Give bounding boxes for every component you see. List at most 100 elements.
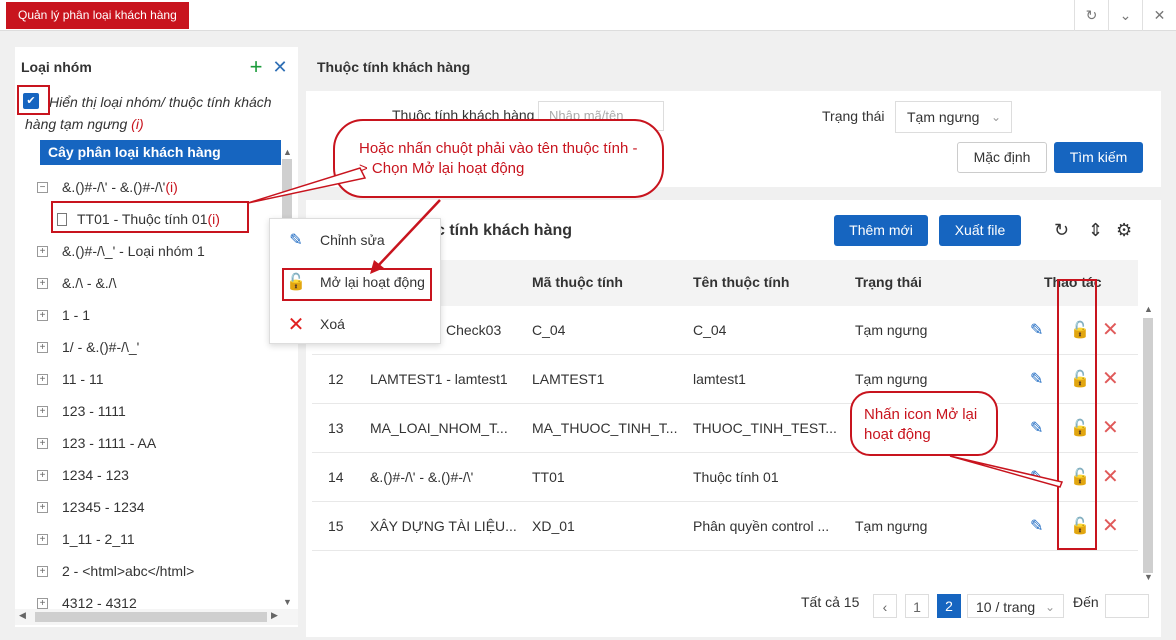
row-name: Thuộc tính 01: [693, 469, 779, 485]
scroll-down-icon[interactable]: ▼: [283, 597, 292, 607]
expand-icon[interactable]: +: [37, 469, 48, 481]
pencil-icon[interactable]: ✎: [1030, 369, 1043, 389]
scroll-up-icon[interactable]: ▲: [283, 147, 292, 157]
expand-icon[interactable]: +: [37, 565, 48, 577]
pencil-icon[interactable]: ✎: [1030, 467, 1043, 487]
column-height-icon[interactable]: ⇕: [1088, 220, 1103, 241]
row-group: XÂY DỰNG TÀI LIỆU...: [370, 518, 517, 534]
highlight-frame: [282, 268, 432, 301]
row-name: C_04: [693, 322, 727, 338]
expand-icon[interactable]: +: [37, 501, 48, 513]
row-code: C_04: [532, 322, 566, 338]
table-row[interactable]: 15 XÂY DỰNG TÀI LIỆU... XD_01 Phân quyền co…: [312, 502, 1138, 551]
scroll-thumb[interactable]: [1143, 318, 1153, 573]
row-name: lamtest1: [693, 371, 746, 387]
tree-item[interactable]: +1 - 1: [37, 299, 285, 331]
delete-icon[interactable]: ✕: [1102, 317, 1119, 342]
table-row[interactable]: 14 &.()#-/\' - &.()#-/\' TT01 Thuộc tính 01…: [312, 453, 1138, 502]
row-name: THUOC_TINH_TEST...: [693, 420, 837, 436]
col-code[interactable]: Mã thuộc tính: [532, 274, 623, 290]
ctx-delete[interactable]: ✕ Xoá: [270, 303, 440, 345]
scroll-right-icon[interactable]: ▶: [271, 610, 278, 621]
refresh-icon[interactable]: ↻: [1074, 0, 1108, 31]
instruction-callout: Hoặc nhấn chuột phải vào tên thuộc tính …: [333, 119, 664, 198]
table-row[interactable]: 12 LAMTEST1 - lamtest1 LAMTEST1 lamtest1 Tạm…: [312, 355, 1138, 404]
pencil-icon[interactable]: ✎: [1030, 320, 1043, 340]
refresh-icon[interactable]: ↻: [1054, 220, 1069, 241]
info-marker: (i): [131, 116, 144, 132]
gear-icon[interactable]: ⚙: [1116, 220, 1132, 241]
add-icon[interactable]: +: [244, 54, 268, 80]
scroll-left-icon[interactable]: ◀: [19, 610, 26, 621]
prev-page-icon[interactable]: ‹: [873, 594, 897, 618]
delete-icon[interactable]: ✕: [1102, 513, 1119, 538]
scroll-down-icon[interactable]: ▼: [1144, 572, 1153, 582]
chevron-down-icon[interactable]: ⌄: [1108, 0, 1142, 31]
reset-button[interactable]: Mặc định: [957, 142, 1047, 173]
expand-icon[interactable]: +: [37, 405, 48, 417]
tree-item-label: 1234 - 123: [62, 467, 129, 483]
col-status[interactable]: Trạng thái: [855, 274, 922, 290]
page-1[interactable]: 1: [905, 594, 929, 618]
search-button[interactable]: Tìm kiếm: [1054, 142, 1143, 173]
col-name[interactable]: Tên thuộc tính: [693, 274, 789, 290]
expand-icon[interactable]: +: [37, 533, 48, 545]
tree-item[interactable]: +1_11 - 2_11: [37, 523, 285, 555]
row-status: Tạm ngưng: [855, 518, 928, 534]
expand-icon[interactable]: +: [37, 597, 48, 609]
pencil-icon[interactable]: ✎: [1030, 516, 1043, 536]
page-size-select[interactable]: 10 / trang ⌄: [967, 594, 1064, 618]
expand-icon[interactable]: +: [37, 341, 48, 353]
close-icon[interactable]: ✕: [1142, 0, 1176, 31]
tree-item[interactable]: +123 - 1111 - AA: [37, 427, 285, 459]
tree-item[interactable]: +1234 - 123: [37, 459, 285, 491]
expand-icon[interactable]: +: [37, 277, 48, 289]
tree-hscrollbar[interactable]: ◀ ▶: [15, 609, 298, 625]
export-button[interactable]: Xuất file: [939, 215, 1021, 246]
delete-icon[interactable]: ✕: [1102, 464, 1119, 489]
group-type-title: Loại nhóm: [21, 59, 92, 75]
table-scrollbar[interactable]: ▲ ▼: [1141, 304, 1155, 586]
tree-item[interactable]: + &./\ - &./\: [37, 267, 285, 299]
row-index: 15: [328, 518, 344, 534]
tree-item[interactable]: +11 - 11: [37, 363, 285, 395]
pencil-icon: ✎: [289, 232, 303, 249]
tree-item-label: 1_11 - 2_11: [62, 531, 135, 547]
add-new-button[interactable]: Thêm mới: [834, 215, 928, 246]
row-index: 13: [328, 420, 344, 436]
close-icon[interactable]: ✕: [268, 57, 292, 78]
group-type-panel: Loại nhóm + ✕ Hiển thị loại nhóm/ thuộc …: [15, 47, 298, 627]
expand-icon[interactable]: +: [37, 373, 48, 385]
delete-icon[interactable]: ✕: [1102, 366, 1119, 391]
instruction-callout: Nhấn icon Mở lại hoạt động: [850, 391, 998, 456]
expand-icon[interactable]: +: [37, 245, 48, 257]
show-inactive-text: Hiển thị loại nhóm/ thuộc tính khách hàn…: [25, 94, 272, 132]
collapse-icon[interactable]: −: [37, 181, 48, 193]
tree-item-label: 123 - 1111: [62, 403, 126, 419]
scroll-thumb[interactable]: [35, 612, 267, 622]
tree-item[interactable]: + &.()#-/\_' - Loại nhóm 1: [37, 235, 285, 267]
tree-item-label: &.()#-/\_' - Loại nhóm 1: [62, 243, 205, 259]
delete-icon[interactable]: ✕: [1102, 415, 1119, 440]
category-tree: − &.()#-/\' - &.()#-/\' (i) TT01 - Thuộc tí…: [37, 171, 285, 619]
app-tab[interactable]: Quản lý phân loại khách hàng: [6, 2, 189, 29]
chevron-down-icon: ⌄: [1044, 600, 1055, 614]
goto-page-input[interactable]: [1105, 594, 1149, 618]
highlight-frame: [51, 201, 249, 233]
page-2[interactable]: 2: [937, 594, 961, 618]
status-select[interactable]: Tạm ngưng ⌄: [895, 101, 1012, 133]
table-row[interactable]: 13 MA_LOAI_NHOM_T... MA_THUOC_TINH_T... THU…: [312, 404, 1138, 453]
expand-icon[interactable]: +: [37, 437, 48, 449]
tree-item[interactable]: +1/ - &.()#-/\_': [37, 331, 285, 363]
row-status: Tạm ngưng: [855, 322, 928, 338]
expand-icon[interactable]: +: [37, 309, 48, 321]
tree-item[interactable]: +12345 - 1234: [37, 491, 285, 523]
tree-item[interactable]: +2 - <html>abc</html>: [37, 555, 285, 587]
tree-item[interactable]: +123 - 1111: [37, 395, 285, 427]
ctx-edit[interactable]: ✎ Chỉnh sửa: [270, 219, 440, 261]
tree-item-label: 123 - 1111 - AA: [62, 435, 157, 451]
tree-item[interactable]: − &.()#-/\' - &.()#-/\' (i): [37, 171, 285, 203]
scroll-up-icon[interactable]: ▲: [1144, 304, 1153, 314]
status-select-value: Tạm ngưng: [907, 109, 980, 125]
pencil-icon[interactable]: ✎: [1030, 418, 1043, 438]
